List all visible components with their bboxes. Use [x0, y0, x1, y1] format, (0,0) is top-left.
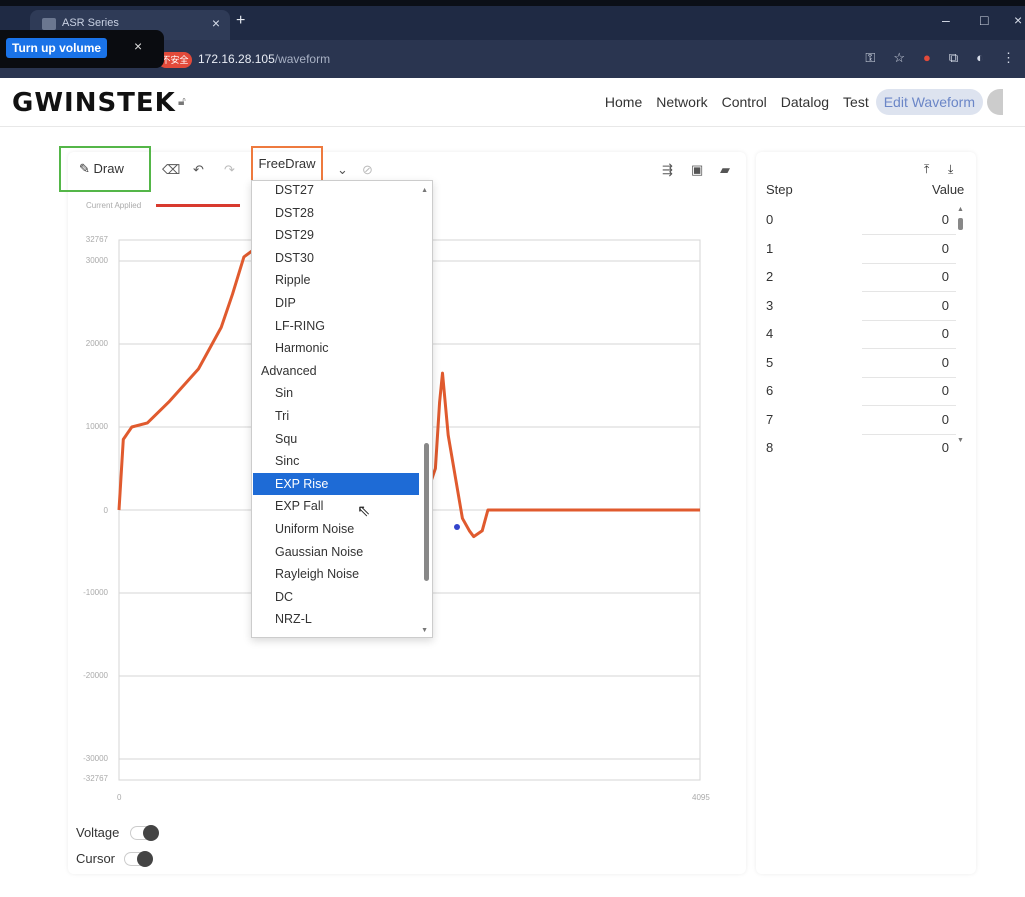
- step-index: 8: [766, 440, 774, 455]
- toggle-knob: [137, 851, 153, 867]
- step-value-input[interactable]: 0: [889, 355, 949, 370]
- dropdown-group-header: Advanced: [261, 363, 317, 378]
- scroll-up-arrow[interactable]: ▲: [421, 187, 428, 194]
- step-table-panel: [756, 152, 976, 874]
- dropdown-option[interactable]: EXP Fall: [253, 495, 419, 517]
- step-index: 6: [766, 383, 774, 398]
- cursor-point[interactable]: [454, 524, 460, 530]
- step-value-input[interactable]: 0: [889, 412, 949, 427]
- scroll-down-arrow[interactable]: ▼: [421, 627, 428, 634]
- mouse-pointer-icon: ⇖: [357, 503, 371, 520]
- dropdown-option[interactable]: Squ: [253, 428, 419, 450]
- dropdown-option[interactable]: Gaussian Noise: [253, 541, 419, 563]
- dropdown-option[interactable]: Uniform Noise: [253, 518, 419, 540]
- voltage-toggle[interactable]: [130, 825, 159, 841]
- step-index: 3: [766, 297, 774, 313]
- row-divider: [862, 376, 956, 378]
- dropdown-option[interactable]: DC: [253, 586, 419, 608]
- dropdown-option[interactable]: DST27: [253, 181, 419, 201]
- step-value-input[interactable]: 0: [889, 298, 949, 313]
- step-index: 5: [766, 354, 774, 370]
- step-value-input[interactable]: 0: [889, 269, 949, 284]
- dropdown-option[interactable]: DST28: [253, 202, 419, 224]
- step-value-input[interactable]: 0: [889, 241, 949, 256]
- dropdown-option[interactable]: NRZ-L: [253, 608, 419, 630]
- dropdown-option[interactable]: DST29: [253, 224, 419, 246]
- step-index: 0: [766, 212, 774, 227]
- voltage-toggle-label: Voltage: [76, 825, 120, 840]
- step-value-input[interactable]: 0: [889, 326, 949, 341]
- row-divider: [862, 291, 956, 292]
- dropdown-option[interactable]: Ripple: [253, 269, 419, 291]
- step-index: 2: [766, 269, 774, 284]
- step-index: 7: [766, 411, 774, 427]
- value-header: Value: [932, 182, 965, 197]
- dropdown-option[interactable]: Sin: [253, 382, 419, 404]
- cursor-toggle[interactable]: [124, 851, 153, 867]
- waveform-type-dropdown[interactable]: ▲ ▼ DST27 DST28 DST29 DST30 Ripple DIP LF-RING…: [251, 180, 433, 638]
- cursor-toggle-label: Cursor: [76, 851, 116, 866]
- row-divider: [862, 319, 956, 321]
- table-scrollbar[interactable]: [958, 218, 963, 230]
- step-value-input[interactable]: 0: [889, 440, 949, 455]
- dropdown-option[interactable]: LF-RING: [253, 315, 419, 337]
- dropdown-option[interactable]: DST30: [253, 247, 419, 269]
- dropdown-scrollbar[interactable]: [424, 443, 429, 581]
- row-divider: [862, 234, 956, 235]
- dropdown-option[interactable]: Tri: [253, 405, 419, 427]
- toggle-knob: [143, 825, 159, 841]
- dropdown-option[interactable]: Sinc: [253, 450, 419, 472]
- table-scroll-up-arrow[interactable]: ▲: [957, 206, 964, 213]
- table-scroll-down-arrow[interactable]: ▼: [957, 437, 964, 444]
- step-value-input[interactable]: 0: [889, 212, 949, 227]
- row-divider: [862, 348, 956, 349]
- step-value-input[interactable]: 0: [889, 383, 949, 398]
- dropdown-option[interactable]: NRZI: [253, 631, 419, 637]
- dropdown-option[interactable]: EXP Rise: [253, 472, 419, 495]
- dropdown-option[interactable]: Rayleigh Noise: [253, 563, 419, 585]
- dropdown-option[interactable]: DIP: [253, 292, 419, 314]
- step-index: 1: [766, 240, 774, 256]
- upload-icon[interactable]: ⤒: [924, 162, 929, 177]
- row-divider: [862, 405, 956, 406]
- row-divider: [862, 433, 956, 435]
- download-icon[interactable]: ⤓: [948, 162, 953, 177]
- step-index: 4: [766, 326, 774, 341]
- step-header: Step: [766, 182, 793, 197]
- row-divider: [862, 262, 956, 264]
- dropdown-option[interactable]: Harmonic: [253, 337, 419, 359]
